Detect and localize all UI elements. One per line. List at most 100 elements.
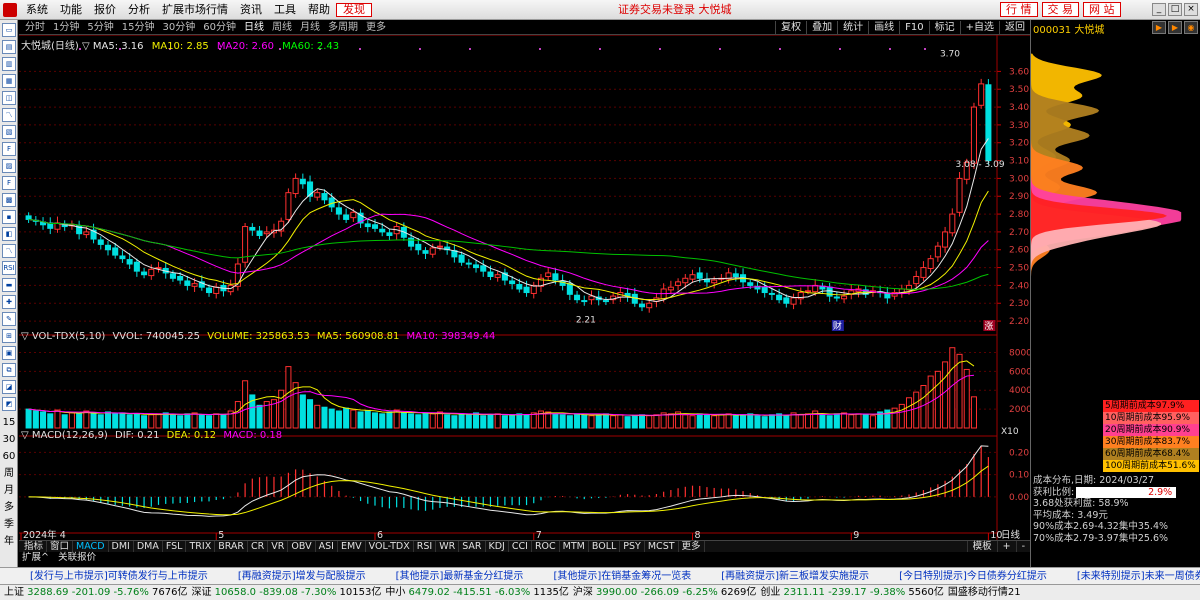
vol-ma10-value: MA10: 398349.44 <box>406 331 496 342</box>
toolbar-icon[interactable]: ✎ <box>2 312 16 326</box>
toolbar-icon[interactable]: ▪ <box>2 210 16 224</box>
related-quote-button[interactable]: 关联报价 <box>55 552 99 563</box>
period-tab[interactable]: 月线 <box>296 21 324 34</box>
candle-body <box>913 275 920 285</box>
toolbar-icon[interactable]: ✚ <box>2 295 16 309</box>
event-dot <box>779 48 781 50</box>
cost-row: 100周期前成本51.6% <box>1103 460 1199 472</box>
rsi-icon[interactable]: RSI <box>2 261 16 275</box>
chart-tool-button[interactable]: F10 <box>899 21 928 34</box>
quote-button[interactable]: 行 情 <box>1000 2 1038 17</box>
chart-icon[interactable]: 〽 <box>2 108 16 122</box>
volume-bar <box>25 408 32 429</box>
panel-icon[interactable]: ▶ <box>1152 21 1166 34</box>
candle-body <box>732 273 739 277</box>
candle-body <box>841 295 848 300</box>
menu-help[interactable]: 帮助 <box>302 3 336 17</box>
maximize-icon[interactable]: □ <box>1168 3 1182 16</box>
toolbar-icon[interactable]: ▬ <box>2 278 16 292</box>
kline-chart[interactable]: 3.60 3.50 3.40 3.30 3.20 3.10 3.00 2.90 2.80 2.70… <box>19 35 1030 540</box>
chart-icon[interactable]: 〽 <box>2 244 16 258</box>
toolbar-icon[interactable]: ▧ <box>2 125 16 139</box>
chart-tool-button[interactable]: 复权 <box>775 21 806 34</box>
period-tab[interactable]: 30分钟 <box>158 21 199 34</box>
cost-row: 60周期前成本68.4% <box>1103 448 1199 460</box>
toolbar-icon[interactable]: ◪ <box>2 380 16 394</box>
price-tick-label: 3.20 <box>1009 139 1029 149</box>
toolbar-icon[interactable]: ⧉ <box>2 363 16 377</box>
toolbar-icon[interactable]: ▩ <box>2 193 16 207</box>
toolbar-icon[interactable]: ▦ <box>2 74 16 88</box>
volume-bar <box>819 414 826 429</box>
trade-button[interactable]: 交 易 <box>1041 2 1079 17</box>
volume-bar <box>198 414 205 429</box>
period-multi[interactable]: 多 <box>0 499 18 516</box>
news-item[interactable]: [其他提示]在销基金筹况一览表 <box>553 571 691 582</box>
chart-tool-button[interactable]: 统计 <box>837 21 868 34</box>
main-menu: 系统 功能 报价 分析 扩展市场行情 资讯 工具 帮助 发现 <box>20 3 372 17</box>
menu-system[interactable]: 系统 <box>20 3 54 17</box>
period-tab[interactable]: 60分钟 <box>199 21 240 34</box>
chart-tool-button[interactable]: 标记 <box>928 21 960 34</box>
panel-icon[interactable]: ◉ <box>1184 21 1198 34</box>
chart-tool-button[interactable]: 画线 <box>868 21 899 34</box>
toolbar-icon[interactable]: F <box>2 142 16 156</box>
toolbar-icon[interactable]: ▥ <box>2 57 16 71</box>
menu-extended-market[interactable]: 扩展市场行情 <box>156 3 234 17</box>
period-tab[interactable]: 15分钟 <box>118 21 159 34</box>
period-tab[interactable]: 多周期 <box>324 21 362 34</box>
period-tab[interactable]: 5分钟 <box>83 21 117 34</box>
close-icon[interactable]: × <box>1184 3 1198 16</box>
toolbar-icon[interactable]: ▤ <box>2 40 16 54</box>
volume-bar <box>133 413 140 429</box>
menu-tools[interactable]: 工具 <box>268 3 302 17</box>
minimize-icon[interactable]: _ <box>1152 3 1166 16</box>
toolbar-icon[interactable]: F <box>2 176 16 190</box>
chart-tool-button[interactable]: +自选 <box>959 21 999 34</box>
website-button[interactable]: 网 站 <box>1083 2 1121 17</box>
toolbar-icon[interactable]: ⊞ <box>2 329 16 343</box>
panel-icon[interactable]: ▶ <box>1168 21 1182 34</box>
left-axis-30: 30 <box>2 434 16 445</box>
news-item[interactable]: [再融资提示]新三板增发实施提示 <box>721 571 869 582</box>
candle-body <box>747 282 754 286</box>
toolbar-icon[interactable]: ◫ <box>2 91 16 105</box>
toolbar-icon[interactable]: ◩ <box>2 397 16 411</box>
period-tab[interactable]: 1分钟 <box>49 21 83 34</box>
volume-bar <box>905 397 913 429</box>
period-tab[interactable]: 日线 <box>240 21 268 34</box>
period-quarter[interactable]: 季 <box>0 516 18 533</box>
chart-tool-button[interactable]: 叠加 <box>806 21 837 34</box>
candle-body <box>920 267 927 278</box>
period-tab[interactable]: 分时 <box>21 21 49 34</box>
index-value: 2311.11 -239.17 -9.38% <box>780 587 909 598</box>
candle-body <box>408 237 415 247</box>
toolbar-icon[interactable]: ▭ <box>2 23 16 37</box>
menu-discover[interactable]: 发现 <box>336 3 372 17</box>
expand-button[interactable]: 扩展^ <box>19 552 52 563</box>
menu-analysis[interactable]: 分析 <box>122 3 156 17</box>
news-item[interactable]: [再融资提示]增发与配股提示 <box>238 571 366 582</box>
news-item[interactable]: [发行与上市提示]可转债发行与上市提示 <box>30 571 208 582</box>
news-item[interactable]: [今日特别提示]今日债券分红提示 <box>899 571 1047 582</box>
period-tab[interactable]: 周线 <box>268 21 296 34</box>
news-item[interactable]: [未来特别提示]未来一周债券分红提示 <box>1077 571 1200 582</box>
toolbar-icon[interactable]: ◧ <box>2 227 16 241</box>
chart-tool-button[interactable]: 返回 <box>999 21 1030 34</box>
news-item[interactable]: [其他提示]最新基金分红提示 <box>396 571 524 582</box>
period-week[interactable]: 周 <box>0 465 18 482</box>
candle-body <box>184 280 191 286</box>
candle-body <box>566 283 573 295</box>
period-month[interactable]: 月 <box>0 482 18 499</box>
period-tab[interactable]: 更多 <box>362 21 390 34</box>
period-year[interactable]: 年 <box>0 533 18 550</box>
menu-quote[interactable]: 报价 <box>88 3 122 17</box>
menu-news[interactable]: 资讯 <box>234 3 268 17</box>
candle-body <box>350 211 357 219</box>
toolbar-icon[interactable]: ▨ <box>2 159 16 173</box>
toolbar-icon[interactable]: ▣ <box>2 346 16 360</box>
price-tick-label: 3.40 <box>1009 103 1029 113</box>
candle-body <box>343 214 350 220</box>
candle-body <box>574 294 581 301</box>
menu-function[interactable]: 功能 <box>54 3 88 17</box>
